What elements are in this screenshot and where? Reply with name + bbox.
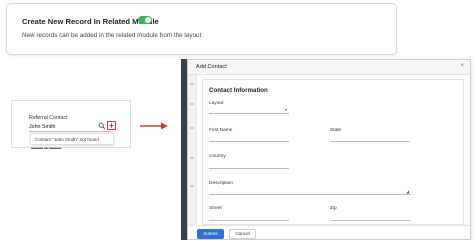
- layout-select[interactable]: [209, 113, 289, 114]
- country-label: Country: [209, 154, 226, 159]
- lookup-label: Referral Contact: [29, 115, 68, 121]
- country-input[interactable]: [209, 168, 289, 169]
- search-icon[interactable]: [98, 122, 106, 130]
- cancel-button[interactable]: Cancel: [229, 229, 256, 239]
- close-icon[interactable]: ×: [460, 63, 464, 69]
- not-found-message: Contact "John Smith" not found: [35, 137, 99, 142]
- modal-title: Add Contact: [196, 64, 227, 70]
- street-input[interactable]: [209, 220, 289, 221]
- resize-handle-icon[interactable]: ◢: [406, 189, 409, 194]
- street-label: Street: [209, 206, 222, 211]
- side-mark: [190, 127, 194, 129]
- lookup-partial-text: ▬▬▬ ▬ ▬▬▬: [31, 145, 62, 150]
- lookup-dropdown[interactable]: Contact "John Smith" not found: [30, 133, 114, 145]
- modal-side-strip: [188, 75, 197, 225]
- arrow-right-icon: [140, 122, 168, 130]
- create-record-toggle[interactable]: [138, 16, 152, 24]
- chevron-down-icon[interactable]: ▾: [285, 107, 287, 112]
- settings-card: Create New Record In Related Module New …: [6, 3, 397, 55]
- state-label: State: [330, 128, 342, 133]
- add-contact-modal: Add Contact × Contact Information Layout…: [187, 59, 471, 240]
- submit-button[interactable]: Submit: [197, 229, 224, 239]
- description-label: Description: [209, 181, 233, 186]
- side-mark: [190, 185, 194, 187]
- side-mark: [190, 157, 194, 159]
- description-textarea[interactable]: [209, 194, 411, 195]
- lookup-input[interactable]: John Smith: [29, 124, 56, 130]
- zip-label: Zip: [330, 206, 337, 211]
- first-name-input[interactable]: [209, 141, 289, 142]
- side-mark: [190, 103, 194, 105]
- add-icon[interactable]: [107, 121, 116, 130]
- modal-footer: Submit Cancel: [188, 225, 470, 239]
- settings-description: New records can be added in the related …: [22, 32, 202, 39]
- modal-header: Add Contact ×: [188, 60, 470, 75]
- side-mark: [190, 83, 194, 85]
- state-input[interactable]: [330, 141, 410, 142]
- contact-form: Contact Information Layout ▾ First Name …: [202, 79, 464, 225]
- lookup-underline: [29, 131, 111, 132]
- toggle-knob: [145, 17, 151, 23]
- layout-label: Layout: [209, 101, 224, 106]
- first-name-label: First Name: [209, 128, 233, 133]
- zip-input[interactable]: [330, 220, 410, 221]
- section-title: Contact Information: [209, 87, 268, 94]
